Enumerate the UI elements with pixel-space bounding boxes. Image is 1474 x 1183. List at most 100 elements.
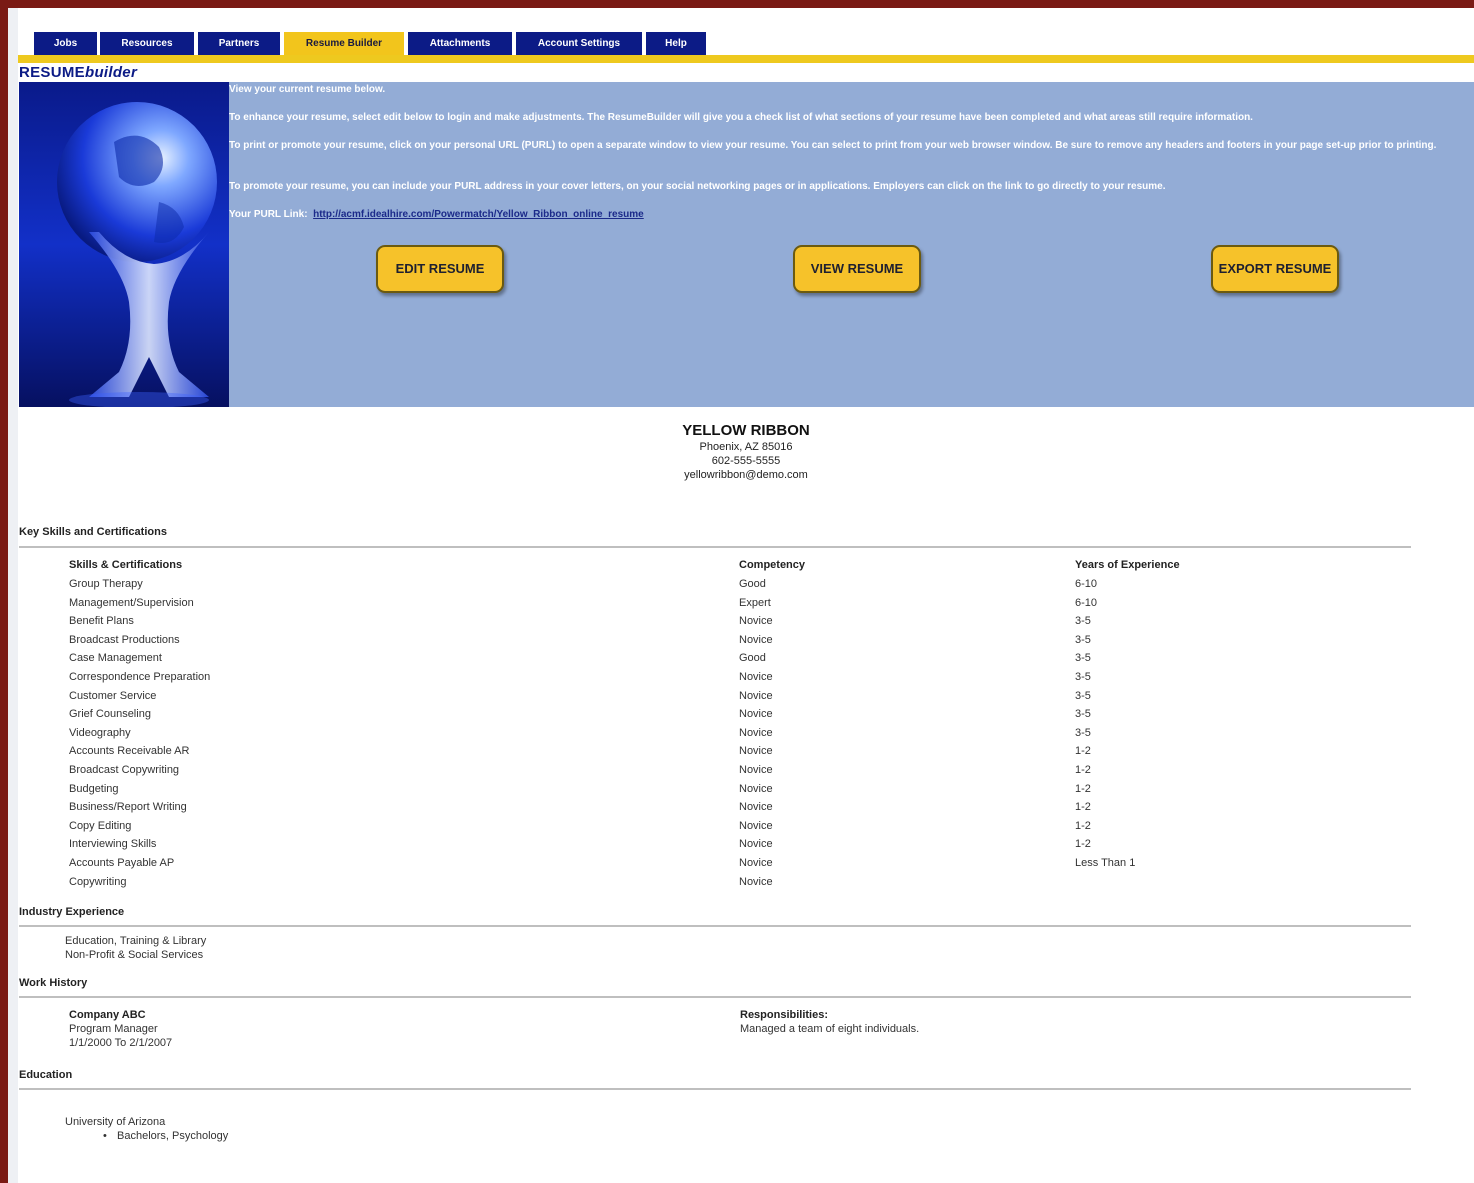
- skill-name: Business/Report Writing: [69, 801, 187, 813]
- skill-competency: Novice: [739, 857, 773, 869]
- skill-competency: Novice: [739, 615, 773, 627]
- skill-years: Less Than 1: [1075, 857, 1136, 869]
- skill-competency: Novice: [739, 727, 773, 739]
- work-position: Program Manager: [69, 1023, 158, 1035]
- logo-builder: builder: [84, 64, 138, 81]
- skill-name: Accounts Payable AP: [69, 857, 175, 869]
- tab-partners[interactable]: Partners: [198, 32, 280, 56]
- work-section-title: Work History: [19, 977, 88, 989]
- skill-name: Interviewing Skills: [69, 838, 157, 850]
- skills-header-skill: Skills & Certifications: [69, 559, 183, 571]
- skill-name: Copy Editing: [69, 820, 132, 832]
- tab-help[interactable]: Help: [646, 32, 706, 56]
- industry-rule: [19, 925, 1411, 927]
- skill-competency: Good: [739, 578, 766, 590]
- resume-name: YELLOW RIBBON: [682, 422, 810, 439]
- skills-rule: [19, 546, 1411, 548]
- skill-competency: Novice: [739, 745, 773, 757]
- skill-years: 3-5: [1075, 652, 1091, 664]
- skill-name: Videography: [69, 727, 131, 739]
- purl-link[interactable]: http://acmf.idealhire.com/Powermatch/Yel…: [313, 209, 644, 220]
- skill-years: 3-5: [1075, 690, 1091, 702]
- skill-name: Copywriting: [69, 876, 127, 888]
- skill-name: Customer Service: [69, 690, 157, 702]
- education-rule: [19, 1088, 1411, 1090]
- work-company: Company ABC: [69, 1009, 146, 1021]
- skill-competency: Novice: [739, 671, 773, 683]
- tab-jobs[interactable]: Jobs: [34, 32, 97, 56]
- industry-section-title: Industry Experience: [19, 906, 125, 918]
- skill-years: 3-5: [1075, 615, 1091, 627]
- skill-name: Budgeting: [69, 783, 119, 795]
- skill-years: 1-2: [1075, 820, 1091, 832]
- skill-competency: Novice: [739, 634, 773, 646]
- skill-name: Correspondence Preparation: [69, 671, 211, 683]
- tab-account-settings[interactable]: Account Settings: [516, 32, 642, 56]
- tab-resources[interactable]: Resources: [100, 32, 194, 56]
- skill-name: Case Management: [69, 652, 162, 664]
- skill-competency: Novice: [739, 801, 773, 813]
- resume-location: Phoenix, AZ 85016: [699, 441, 793, 453]
- hero-enhance-text: To enhance your resume, select edit belo…: [229, 112, 1253, 123]
- skill-competency: Good: [739, 652, 766, 664]
- skill-years: 6-10: [1075, 578, 1098, 590]
- tab-attachments[interactable]: Attachments: [408, 32, 512, 56]
- work-responsibilities-text: Managed a team of eight individuals.: [740, 1023, 920, 1035]
- skill-competency: Expert: [739, 597, 771, 609]
- skill-name: Broadcast Productions: [69, 634, 180, 646]
- page-edge: [8, 8, 18, 1183]
- education-degree: Bachelors, Psychology: [117, 1130, 229, 1142]
- industry-item: Non-Profit & Social Services: [65, 949, 204, 961]
- skill-competency: Novice: [739, 690, 773, 702]
- skills-header-years: Years of Experience: [1075, 559, 1180, 571]
- skill-competency: Novice: [739, 876, 773, 888]
- skill-competency: Novice: [739, 708, 773, 720]
- work-rule: [19, 996, 1411, 998]
- globe-figure-image: [19, 82, 229, 407]
- skill-competency: Novice: [739, 820, 773, 832]
- hero-promote-text: To promote your resume, you can include …: [229, 181, 1166, 192]
- nav-underline-bar: [18, 55, 1474, 63]
- skill-name: Management/Supervision: [69, 597, 194, 609]
- work-responsibilities-label: Responsibilities:: [740, 1009, 829, 1021]
- resume-builder-logo: RESUMEbuilder: [19, 64, 137, 81]
- education-school: University of Arizona: [65, 1116, 166, 1128]
- skill-name: Accounts Receivable AR: [69, 745, 190, 757]
- skill-competency: Novice: [739, 783, 773, 795]
- resume-phone: 602-555-5555: [711, 455, 781, 467]
- skill-years: 1-2: [1075, 764, 1091, 776]
- page: Jobs Resources Partners Resume Builder A…: [8, 8, 1474, 1183]
- skills-header-competency: Competency: [739, 559, 806, 571]
- purl-line: Your PURL Link: http://acmf.idealhire.co…: [229, 209, 1474, 221]
- globe-figure-icon: [19, 82, 229, 407]
- hero-print-text: To print or promote your resume, click o…: [229, 140, 1437, 151]
- skill-name: Benefit Plans: [69, 615, 134, 627]
- export-resume-button[interactable]: EXPORT RESUME: [1211, 245, 1339, 293]
- skill-name: Group Therapy: [69, 578, 143, 590]
- purl-label: Your PURL Link:: [229, 209, 308, 220]
- skill-name: Broadcast Copywriting: [69, 764, 180, 776]
- skill-years: 3-5: [1075, 727, 1091, 739]
- view-resume-button[interactable]: VIEW RESUME: [793, 245, 921, 293]
- education-section-title: Education: [19, 1069, 73, 1081]
- logo-resume: RESUME: [19, 64, 85, 81]
- skill-years: 3-5: [1075, 708, 1091, 720]
- skill-years: 1-2: [1075, 745, 1091, 757]
- resume-email: yellowribbon@demo.com: [684, 469, 808, 481]
- skill-name: Grief Counseling: [69, 708, 151, 720]
- skills-section-title: Key Skills and Certifications: [19, 526, 167, 538]
- skill-years: 1-2: [1075, 783, 1091, 795]
- skill-years: 1-2: [1075, 801, 1091, 813]
- skill-competency: Novice: [739, 764, 773, 776]
- industry-item: Education, Training & Library: [65, 935, 207, 947]
- skill-years: 3-5: [1075, 634, 1091, 646]
- tab-resume-builder[interactable]: Resume Builder: [284, 32, 404, 56]
- skill-years: 6-10: [1075, 597, 1098, 609]
- skill-years: 1-2: [1075, 838, 1091, 850]
- skill-years: 3-5: [1075, 671, 1091, 683]
- bullet-icon: •: [103, 1130, 107, 1142]
- skill-competency: Novice: [739, 838, 773, 850]
- work-dates: 1/1/2000 To 2/1/2007: [69, 1037, 173, 1049]
- hero-panel: View your current resume below. To enhan…: [19, 82, 1474, 407]
- edit-resume-button[interactable]: EDIT RESUME: [376, 245, 504, 293]
